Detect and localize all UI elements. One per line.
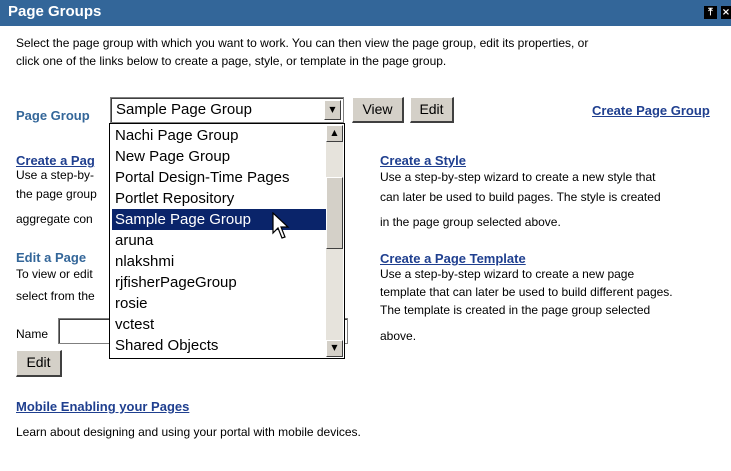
dropdown-option[interactable]: New Page Group (112, 146, 326, 167)
dropdown-option-selected[interactable]: Sample Page Group (112, 209, 326, 230)
page-group-select-value: Sample Page Group (116, 101, 252, 118)
create-style-desc-line: in the page group selected above. (380, 215, 561, 229)
collapse-icon[interactable]: ⤒ (704, 6, 717, 19)
dropdown-option[interactable]: Shared Objects (112, 335, 326, 356)
dropdown-option[interactable]: Nachi Page Group (112, 125, 326, 146)
chevron-down-icon[interactable]: ▼ (324, 100, 341, 120)
create-page-desc: Use a step-by- the page group aggregate … (16, 166, 97, 229)
create-template-desc-line: The template is created in the page grou… (380, 303, 651, 317)
create-template-link[interactable]: Create a Page Template (380, 251, 526, 266)
mouse-pointer-icon (272, 212, 290, 239)
dropdown-option[interactable]: aruna (112, 230, 326, 251)
intro-line-1: Select the page group with which you wan… (16, 36, 589, 50)
name-label: Name (16, 327, 49, 341)
create-template-desc-line: above. (380, 329, 417, 343)
create-template-desc-line: template that can later be used to build… (380, 285, 673, 299)
dropdown-option[interactable]: Portlet Repository (112, 188, 326, 209)
portlet-title: Page Groups (8, 3, 102, 20)
portlet-titlebar: Page Groups ⤒ × (0, 0, 731, 26)
edit-page-desc: To view or edit select from the (16, 263, 95, 307)
dropdown-option[interactable]: rosie (112, 293, 326, 314)
scroll-down-arrow-icon[interactable]: ▼ (326, 340, 343, 357)
page-group-label: Page Group (16, 108, 90, 123)
scrollbar-thumb[interactable] (326, 177, 343, 249)
intro-text: Select the page group with which you wan… (16, 34, 728, 70)
edit-page-desc-line: To view or edit (16, 267, 93, 281)
create-page-desc-line: the page group (16, 187, 97, 201)
create-template-desc: Use a step-by-step wizard to create a ne… (380, 265, 673, 345)
scroll-up-arrow-icon[interactable]: ▲ (326, 125, 343, 142)
dropdown-option[interactable]: vctest (112, 314, 326, 335)
dropdown-option[interactable]: Portal Design-Time Pages (112, 167, 326, 188)
intro-line-2: click one of the links below to create a… (16, 54, 447, 68)
dropdown-scrollbar[interactable]: ▲ ▼ (326, 125, 343, 357)
page-group-select[interactable]: Sample Page Group ▼ (110, 97, 344, 123)
dropdown-option[interactable]: nlakshmi (112, 251, 326, 272)
create-style-desc-line: Use a step-by-step wizard to create a ne… (380, 170, 656, 184)
create-page-desc-line: Use a step-by- (16, 168, 95, 182)
edit-page-desc-line: select from the (16, 289, 95, 303)
mobile-desc: Learn about designing and using your por… (16, 425, 361, 439)
close-icon[interactable]: × (721, 6, 731, 19)
edit-page-group-button[interactable]: Edit (410, 97, 454, 123)
create-page-desc-line: aggregate con (16, 212, 93, 226)
create-template-desc-line: Use a step-by-step wizard to create a ne… (380, 267, 635, 281)
page-group-dropdown-list[interactable]: Nachi Page Group New Page Group Portal D… (109, 123, 345, 359)
view-button[interactable]: View (352, 97, 404, 123)
create-style-desc-line: can later be used to build pages. The st… (380, 190, 661, 204)
create-style-link[interactable]: Create a Style (380, 153, 466, 168)
create-page-group-link[interactable]: Create Page Group (592, 103, 710, 118)
create-style-desc: Use a step-by-step wizard to create a ne… (380, 167, 661, 232)
mobile-enabling-link[interactable]: Mobile Enabling your Pages (16, 399, 189, 414)
dropdown-option[interactable]: rjfisherPageGroup (112, 272, 326, 293)
edit-page-button[interactable]: Edit (16, 350, 62, 377)
